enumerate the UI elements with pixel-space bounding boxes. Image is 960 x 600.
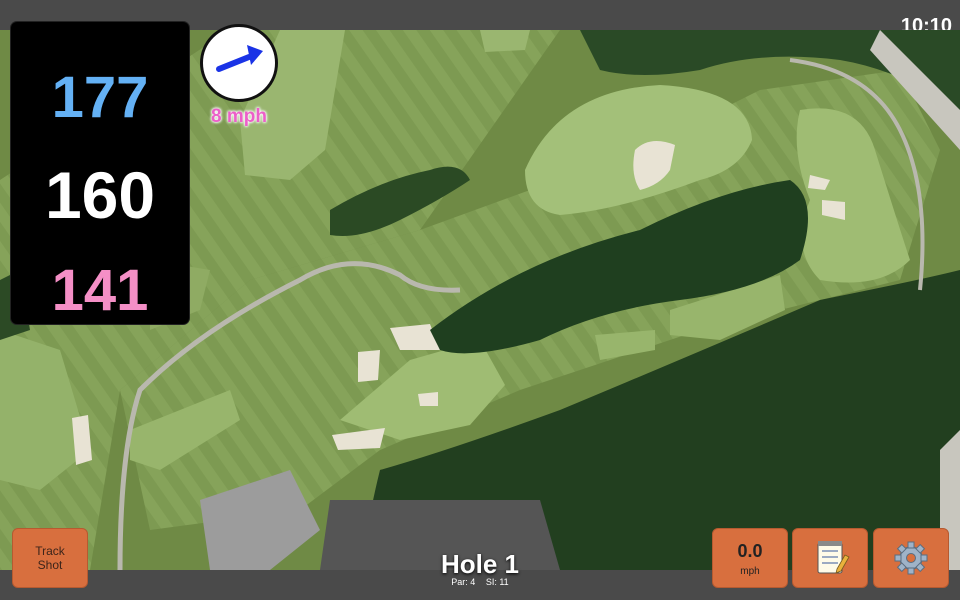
wind-speed: 8 mph: [211, 106, 267, 127]
tee-box-small: [480, 30, 530, 52]
wind-arrow-icon: [216, 45, 263, 72]
front-yardage: 141: [51, 258, 149, 323]
hole-info: Par: 4 SI: 11: [380, 577, 580, 587]
speed-button[interactable]: 0.0 mph: [712, 528, 788, 588]
hole-stroke-index: SI: 11: [485, 577, 509, 587]
bunker-7: [418, 392, 438, 406]
track-shot-button[interactable]: Track Shot: [12, 528, 88, 588]
speed-value: 0.0: [737, 541, 763, 561]
track-shot-label-line2: Shot: [37, 558, 63, 572]
track-shot-label-line1: Track: [35, 544, 65, 558]
hole-par: Par: 4: [451, 577, 476, 587]
settings-button[interactable]: [873, 528, 949, 588]
middle-yardage: 160: [44, 158, 156, 232]
gear-icon: [894, 541, 928, 575]
notepad-icon: [817, 541, 850, 574]
speed-unit: mph: [740, 566, 760, 577]
bunker-5: [358, 350, 380, 382]
wind-indicator: [200, 24, 278, 102]
back-yardage: 177: [51, 65, 149, 130]
notes-button[interactable]: [792, 528, 868, 588]
yardage-panel: 177 160 141: [11, 22, 189, 324]
hole-title: Hole 1: [440, 549, 520, 579]
